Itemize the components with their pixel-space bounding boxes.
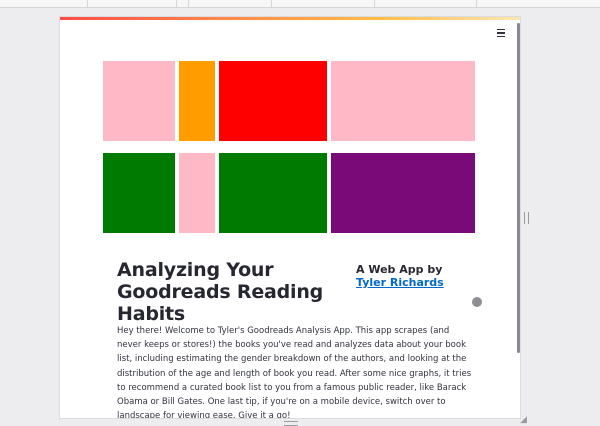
intro-paragraph: Hey there! Welcome to Tyler's Goodreads … xyxy=(117,326,472,418)
strip-divider xyxy=(271,0,272,7)
hamburger-menu-icon xyxy=(497,32,505,34)
vertical-scrollbar[interactable] xyxy=(517,23,520,353)
strip-divider xyxy=(87,0,88,7)
resize-handle-right[interactable] xyxy=(524,212,529,224)
running-status-indicator xyxy=(472,297,482,307)
strip-divider xyxy=(476,0,477,7)
app-frame: Analyzing Your Goodreads Reading Habits … xyxy=(60,17,520,418)
byline-prefix: A Web App by xyxy=(356,263,443,276)
author-link[interactable]: Tyler Richards xyxy=(356,276,444,289)
tile-purple xyxy=(331,153,475,233)
tile-pink-2 xyxy=(331,61,475,141)
strip-divider xyxy=(176,0,177,7)
browser-top-strip xyxy=(0,0,600,8)
resize-handle-bottom[interactable] xyxy=(284,421,298,426)
strip-divider xyxy=(374,0,375,7)
hamburger-menu-icon xyxy=(497,28,505,31)
page-title: Analyzing Your Goodreads Reading Habits xyxy=(117,259,324,325)
tile-green-2 xyxy=(219,153,327,233)
tile-pink-3 xyxy=(179,153,215,233)
author-byline: A Web App by Tyler Richards xyxy=(356,263,476,289)
tile-orange xyxy=(179,61,215,141)
tile-pink-1 xyxy=(103,61,175,141)
strip-divider xyxy=(188,0,189,7)
main-menu-button[interactable] xyxy=(494,26,508,40)
tile-red xyxy=(219,61,327,141)
resize-corner-icon[interactable]: ◢ xyxy=(520,416,528,425)
tile-green-1 xyxy=(103,153,175,233)
app-decoration-bar xyxy=(60,17,520,20)
hamburger-menu-icon xyxy=(497,35,505,38)
